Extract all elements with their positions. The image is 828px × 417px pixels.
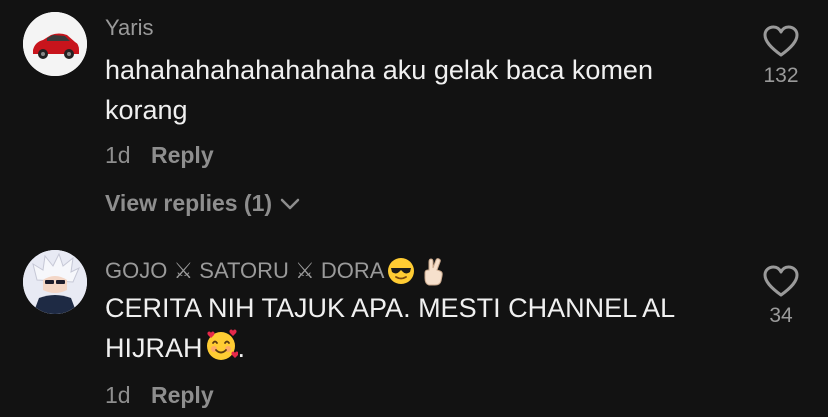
comment-text: CERITA NIH TAJUK APA. MESTI CHANNEL AL H… <box>105 288 735 368</box>
avatar[interactable] <box>23 250 87 314</box>
comment-timestamp: 1d <box>105 142 131 168</box>
crossed-fingers-emoji-icon <box>424 258 444 286</box>
comment-text-line: CERITA NIH TAJUK APA. MESTI CHANNEL AL <box>105 293 676 323</box>
smiling-face-with-hearts-emoji-icon <box>206 329 238 360</box>
reply-button[interactable]: Reply <box>151 382 214 408</box>
heart-outline-icon <box>763 265 799 297</box>
comment-username[interactable]: GOJO ⚔ SATORU ⚔ DORA <box>105 256 447 286</box>
view-replies-label: View replies (1) <box>105 190 273 216</box>
like-button[interactable]: 34 <box>750 264 812 328</box>
comment-text-line: hahahahahahahahaha aku gelak baca komen <box>105 55 653 85</box>
anime-character-avatar-image <box>23 250 87 314</box>
like-button[interactable]: 132 <box>750 24 812 88</box>
comment-meta: 1d Reply <box>105 142 214 169</box>
heart-outline-icon <box>763 25 799 57</box>
comment-text: hahahahahahahahaha aku gelak baca komen … <box>105 50 735 130</box>
avatar[interactable] <box>23 12 87 76</box>
comment-meta: 1d Reply <box>105 382 214 409</box>
red-car-avatar-image <box>23 12 87 76</box>
like-count: 34 <box>769 304 793 327</box>
comment-timestamp: 1d <box>105 382 131 408</box>
comment-username-text: GOJO ⚔ SATORU ⚔ DORA <box>105 258 385 283</box>
comment-text-suffix: . <box>237 333 246 363</box>
view-replies-button[interactable]: View replies (1) <box>105 190 300 217</box>
like-count: 132 <box>763 64 799 87</box>
chevron-down-icon <box>280 198 300 209</box>
reply-button[interactable]: Reply <box>151 142 214 168</box>
comment-text-line: HIJRAH <box>105 333 203 363</box>
comment-item: Yaris hahahahahahahahaha aku gelak baca … <box>0 0 828 230</box>
sunglasses-emoji-icon <box>388 258 415 284</box>
comment-text-line: korang <box>105 95 188 125</box>
comment-username[interactable]: Yaris <box>105 15 154 41</box>
comment-item: GOJO ⚔ SATORU ⚔ DORA CERITA NIH TAJUK AP… <box>0 230 828 417</box>
